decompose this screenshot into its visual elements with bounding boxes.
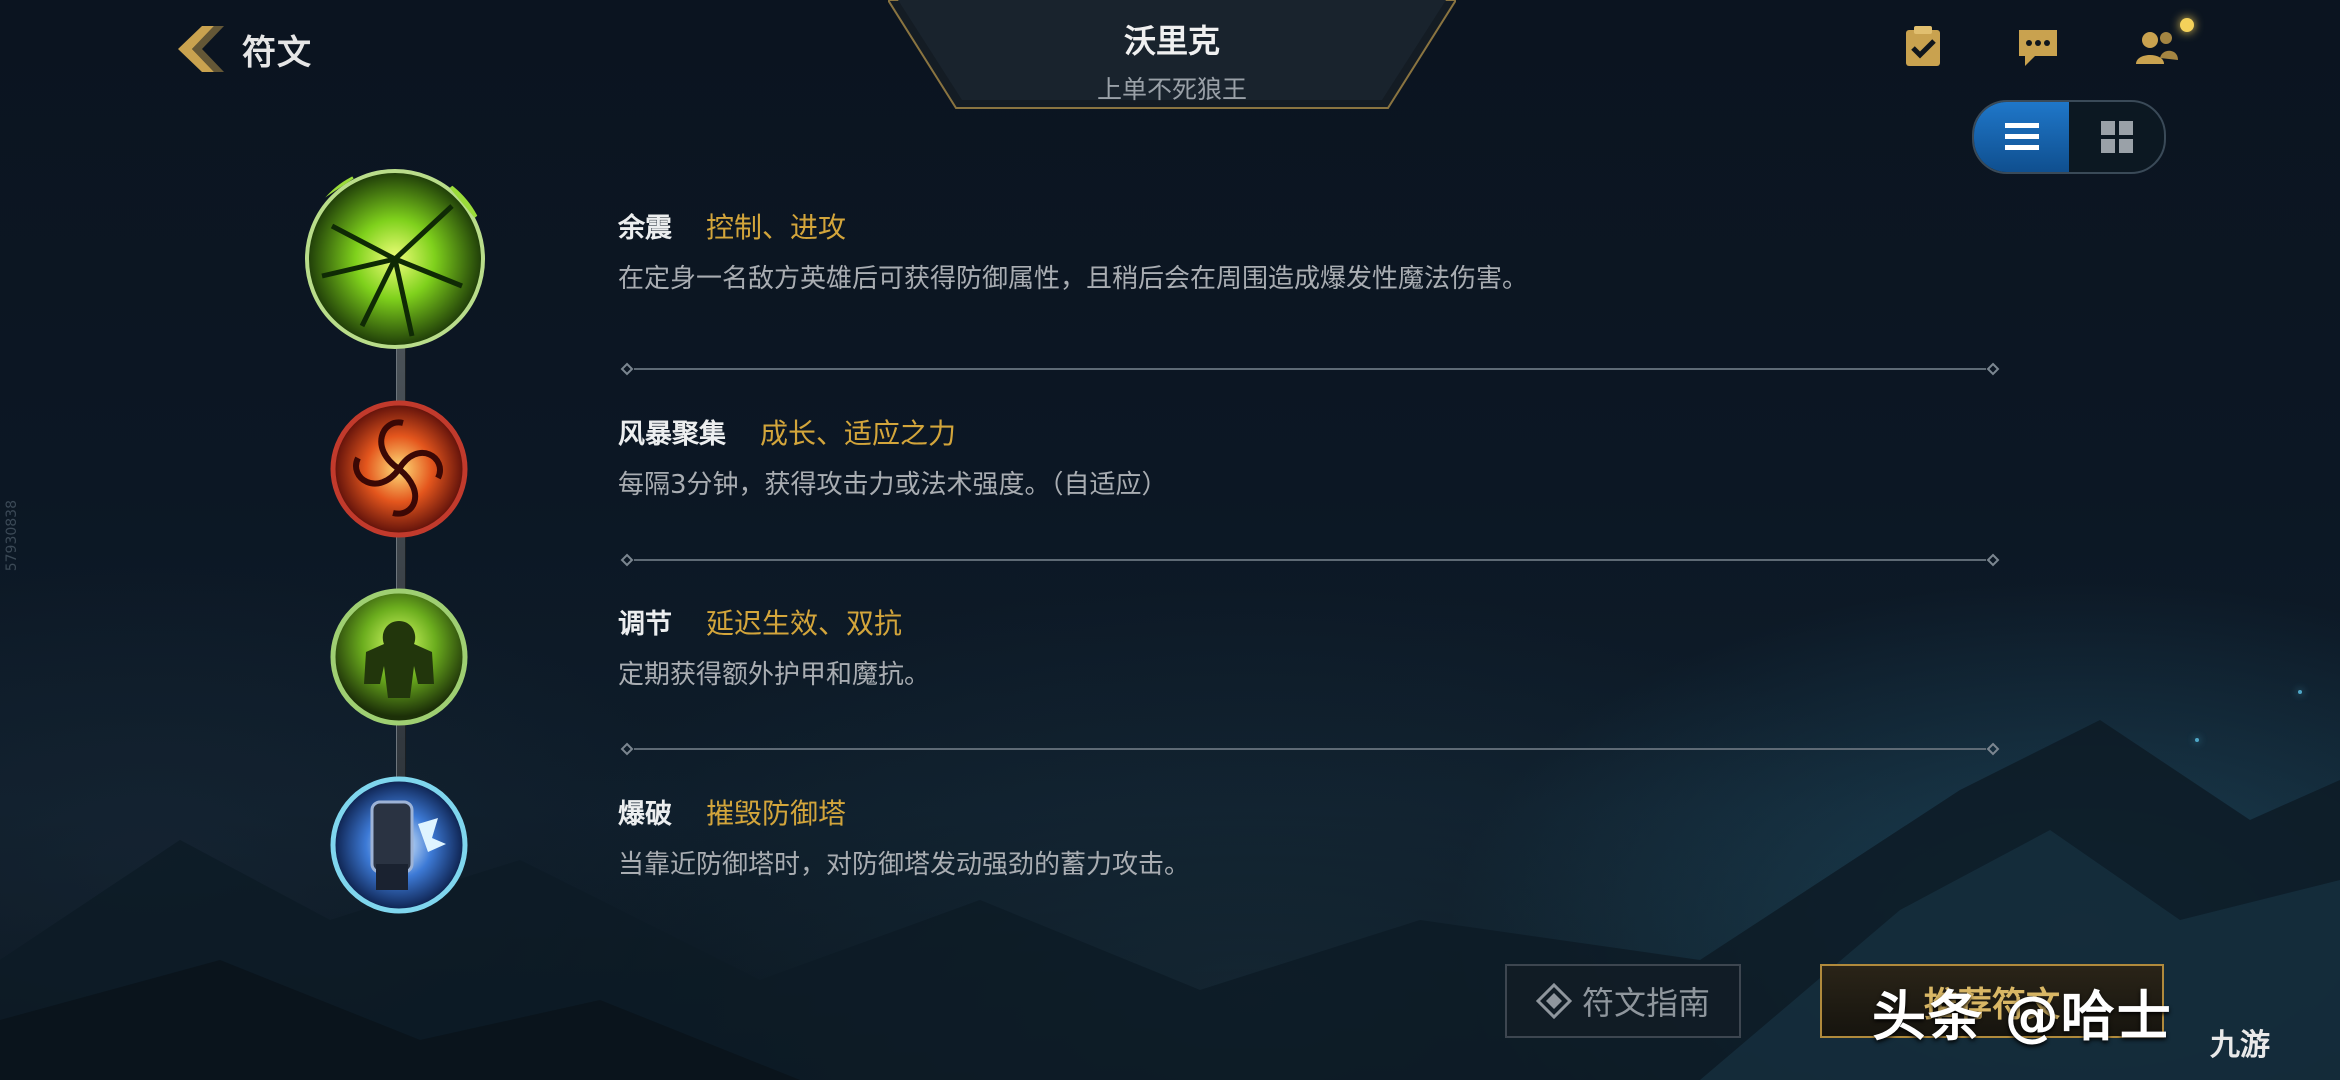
chat-icon[interactable] — [2015, 24, 2061, 70]
rune-name: 爆破 — [618, 799, 672, 830]
rune-name: 调节 — [618, 609, 672, 640]
rune-entry: 风暴聚集 成长、适应之力 每隔3分钟，获得攻击力或法术强度。（自适应） — [618, 412, 1168, 501]
rune-guide-label: 符文指南 — [1581, 984, 1710, 1022]
rune-description: 定期获得额外护甲和魔抗。 — [618, 660, 931, 690]
watermark-text: 头条 @哈士 — [1872, 985, 2173, 1048]
section-divider — [620, 742, 2000, 756]
section-divider — [620, 553, 2000, 567]
list-icon — [2004, 123, 2039, 150]
grid-view-button[interactable] — [2069, 102, 2164, 172]
hero-banner: 沃里克 上单不死狼王 — [888, 0, 1456, 110]
rune-description: 当靠近防御塔时，对防御塔发动强劲的蓄力攻击。 — [618, 850, 1191, 880]
rune-tags: 延迟生效、双抗 — [706, 607, 903, 640]
rune-description: 每隔3分钟，获得攻击力或法术强度。（自适应） — [618, 470, 1168, 500]
friends-icon[interactable] — [2134, 24, 2180, 70]
chevron-left-icon — [178, 26, 224, 72]
back-button[interactable]: 符文 — [172, 22, 312, 76]
rune-description: 在定身一名敌方英雄后可获得防御属性，且稍后会在周围造成爆发性魔法伤害。 — [618, 264, 1529, 294]
hero-title: 上单不死狼王 — [1096, 75, 1247, 104]
rune-tags: 控制、进攻 — [706, 211, 847, 244]
rune-entry: 余震 控制、进攻 在定身一名敌方英雄后可获得防御属性，且稍后会在周围造成爆发性魔… — [618, 206, 1528, 295]
rune-tags: 摧毁防御塔 — [706, 797, 847, 830]
view-toggle[interactable] — [1972, 100, 2166, 174]
rune-tags: 成长、适应之力 — [760, 417, 957, 450]
rune-entry: 爆破 摧毁防御塔 当靠近防御塔时，对防御塔发动强劲的蓄力攻击。 — [618, 792, 1190, 881]
gathering-storm-rune-icon[interactable] — [328, 398, 470, 540]
rune-entry: 调节 延迟生效、双抗 定期获得额外护甲和魔抗。 — [618, 602, 930, 691]
conditioning-rune-icon[interactable] — [328, 586, 470, 728]
rune-guide-icon — [1535, 983, 1572, 1019]
section-divider — [620, 362, 2000, 376]
grid-icon — [2100, 121, 2133, 153]
notification-dot — [2180, 18, 2194, 32]
aftershock-rune-icon[interactable] — [302, 166, 488, 352]
demolish-rune-icon[interactable] — [328, 774, 470, 916]
rune-guide-button[interactable]: 符文指南 — [1505, 964, 1741, 1038]
clipboard-check-icon[interactable] — [1900, 24, 1946, 70]
rune-name: 余震 — [618, 213, 672, 244]
page-title: 符文 — [242, 32, 312, 73]
list-view-button[interactable] — [1974, 102, 2069, 172]
watermark-logo: 九游 — [2210, 1028, 2270, 1063]
side-id-text: 57930838 — [4, 500, 20, 572]
rune-name: 风暴聚集 — [618, 419, 726, 450]
hero-name: 沃里克 — [1123, 22, 1220, 60]
